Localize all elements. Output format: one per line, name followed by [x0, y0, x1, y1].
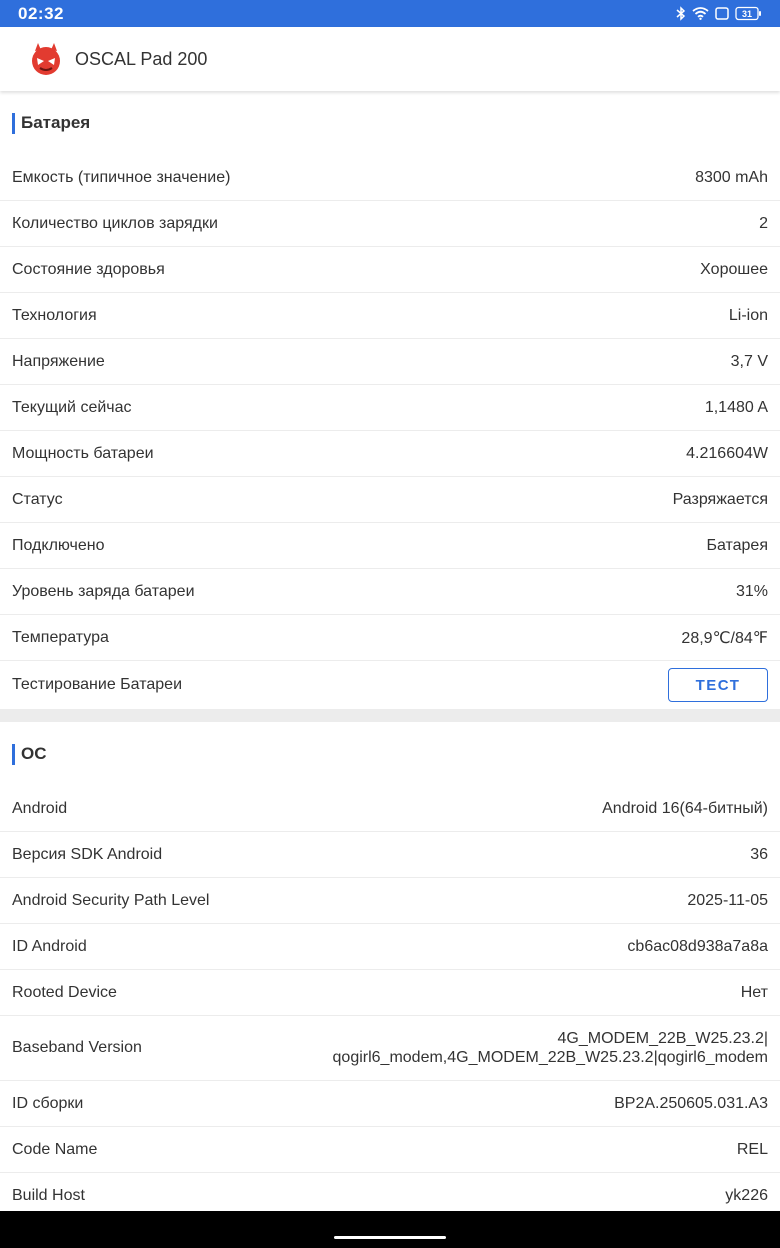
wifi-icon	[692, 7, 709, 20]
row-label: Baseband Version	[12, 1039, 142, 1056]
row-label: Build Host	[12, 1186, 85, 1204]
row-value: REL	[736, 1140, 768, 1158]
row-value: BP2A.250605.031.A3	[614, 1094, 768, 1112]
battery-row-temperature: Температура 28,9℃/84℉	[0, 615, 780, 661]
row-label: Статус	[12, 490, 63, 508]
row-label: Версия SDK Android	[12, 845, 163, 863]
row-value: 31%	[735, 582, 768, 600]
battery-row-test: Тестирование Батареи ТЕСТ	[0, 661, 780, 709]
os-row-android: Android Android 16(64-битный)	[0, 786, 780, 832]
screen-icon	[715, 7, 729, 20]
row-label: Мощность батареи	[12, 444, 154, 462]
row-value: 3,7 V	[730, 352, 768, 370]
app-title: OSCAL Pad 200	[75, 48, 208, 69]
os-row-baseband: Baseband Version 4G_MODEM_22B_W25.23.2| …	[0, 1016, 780, 1081]
status-bar: 02:32 31	[0, 0, 780, 27]
antutu-logo	[32, 43, 60, 75]
section-accent-bar	[12, 743, 15, 765]
app-bar: OSCAL Pad 200	[0, 27, 780, 91]
row-value: Разряжается	[672, 490, 768, 508]
section-accent-bar	[12, 112, 15, 134]
row-value: 2	[759, 214, 768, 232]
battery-row-level: Уровень заряда батареи 31%	[0, 569, 780, 615]
row-value: Батарея	[706, 536, 768, 554]
row-label: Текущий сейчас	[12, 398, 132, 416]
section-title: ОС	[21, 744, 47, 763]
row-label: ID сборки	[12, 1094, 84, 1112]
battery-test-button[interactable]: ТЕСТ	[668, 668, 768, 702]
os-row-code-name: Code Name REL	[0, 1127, 780, 1173]
row-value: cb6ac08d938a7a8a	[627, 937, 768, 955]
battery-row-status: Статус Разряжается	[0, 477, 780, 523]
os-row-security-patch: Android Security Path Level 2025-11-05	[0, 878, 780, 924]
row-value: 1,1480 A	[704, 398, 768, 416]
navigation-bar	[0, 1211, 780, 1248]
status-time: 02:32	[18, 3, 64, 23]
info-list[interactable]: Батарея Емкость (типичное значение) 8300…	[0, 91, 780, 1211]
battery-row-current: Текущий сейчас 1,1480 A	[0, 385, 780, 431]
row-label: ID Android	[12, 937, 87, 955]
row-value: 36	[750, 845, 768, 863]
battery-section-header: Батарея	[0, 91, 780, 155]
gesture-handle[interactable]	[334, 1236, 446, 1239]
row-value: Нет	[740, 983, 768, 1001]
row-label: Емкость (типичное значение)	[12, 168, 231, 186]
row-label: Состояние здоровья	[12, 260, 165, 278]
row-value: 28,9℃/84℉	[681, 629, 768, 647]
row-value-line: 4G_MODEM_22B_W25.23.2|	[557, 1030, 768, 1047]
bluetooth-icon	[676, 6, 686, 21]
battery-row-connected: Подключено Батарея	[0, 523, 780, 569]
row-label: Rooted Device	[12, 983, 117, 1001]
row-value: 8300 mAh	[695, 168, 768, 186]
row-label: Технология	[12, 306, 97, 324]
row-value: 2025-11-05	[687, 891, 768, 909]
row-value: Хорошее	[700, 260, 768, 278]
row-label: Напряжение	[12, 352, 105, 370]
row-value: Android 16(64-битный)	[602, 799, 768, 817]
row-value: yk226	[725, 1186, 768, 1204]
os-row-android-id: ID Android cb6ac08d938a7a8a	[0, 924, 780, 970]
row-label: Уровень заряда батареи	[12, 582, 195, 600]
battery-row-power: Мощность батареи 4.216604W	[0, 431, 780, 477]
battery-row-health: Состояние здоровья Хорошее	[0, 247, 780, 293]
section-divider	[0, 709, 780, 722]
row-label: Температура	[12, 628, 109, 646]
os-section-header: ОС	[0, 722, 780, 786]
row-label: Android Security Path Level	[12, 891, 210, 909]
battery-row-technology: Технология Li-ion	[0, 293, 780, 339]
status-icons: 31	[676, 6, 762, 21]
battery-icon: 31	[735, 6, 761, 21]
battery-row-cycles: Количество циклов зарядки 2	[0, 201, 780, 247]
battery-row-capacity: Емкость (типичное значение) 8300 mAh	[0, 155, 780, 201]
os-row-build-host: Build Host yk226	[0, 1173, 780, 1211]
os-row-sdk: Версия SDK Android 36	[0, 832, 780, 878]
row-label: Android	[12, 799, 68, 817]
os-row-rooted: Rooted Device Нет	[0, 970, 780, 1016]
os-row-build-id: ID сборки BP2A.250605.031.A3	[0, 1081, 780, 1127]
row-value: 4.216604W	[686, 444, 768, 462]
section-title: Батарея	[21, 113, 91, 132]
row-value-line: qogirl6_modem,4G_MODEM_22B_W25.23.2|qogi…	[332, 1049, 768, 1066]
row-value: Li-ion	[728, 306, 768, 324]
row-label: Количество циклов зарядки	[12, 214, 218, 232]
row-label: Тестирование Батареи	[12, 676, 182, 693]
row-label: Подключено	[12, 536, 105, 554]
battery-level-text: 31	[742, 9, 752, 19]
row-value: 4G_MODEM_22B_W25.23.2| qogirl6_modem,4G_…	[333, 1029, 768, 1067]
row-label: Code Name	[12, 1140, 98, 1158]
battery-row-voltage: Напряжение 3,7 V	[0, 339, 780, 385]
